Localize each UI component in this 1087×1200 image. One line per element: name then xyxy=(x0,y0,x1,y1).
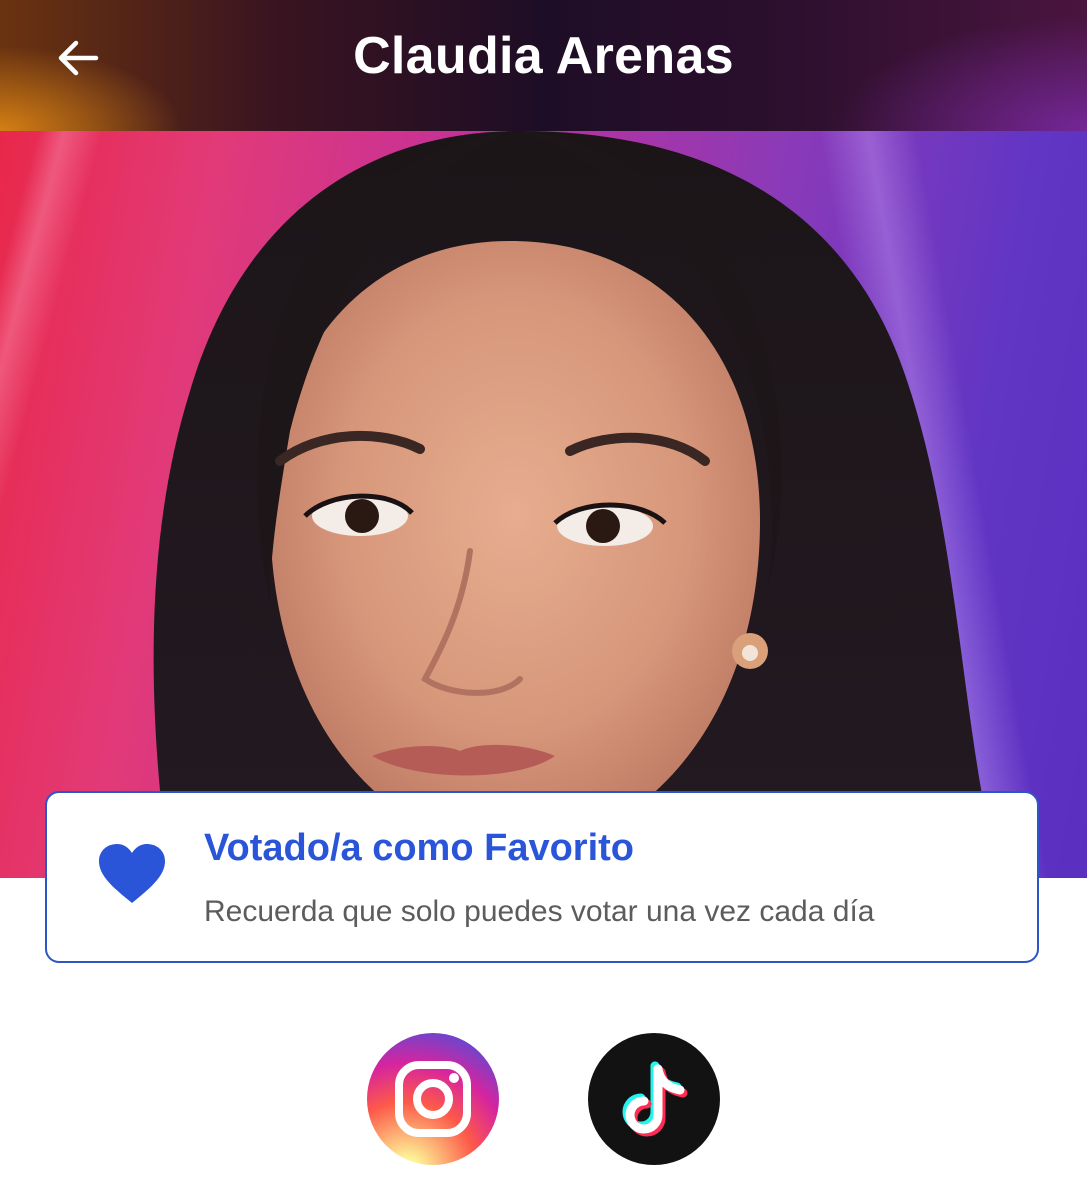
favorite-vote-card[interactable]: Votado/a como Favorito Recuerda que solo… xyxy=(45,791,1039,963)
tiktok-button[interactable] xyxy=(588,1033,720,1165)
profile-screen: Claudia Arenas Votado/a como Favorito Re… xyxy=(0,0,1087,1200)
instagram-icon xyxy=(395,1061,471,1137)
portrait-illustration xyxy=(153,131,1000,878)
instagram-button[interactable] xyxy=(367,1033,499,1165)
vote-reminder-text: Recuerda que solo puedes votar una vez c… xyxy=(204,895,875,928)
top-bar: Claudia Arenas xyxy=(0,0,1087,131)
heart-icon xyxy=(97,843,167,907)
profile-photo xyxy=(0,131,1087,878)
tiktok-icon xyxy=(622,1061,688,1137)
vote-status-title: Votado/a como Favorito xyxy=(204,827,635,869)
page-title: Claudia Arenas xyxy=(353,27,734,85)
